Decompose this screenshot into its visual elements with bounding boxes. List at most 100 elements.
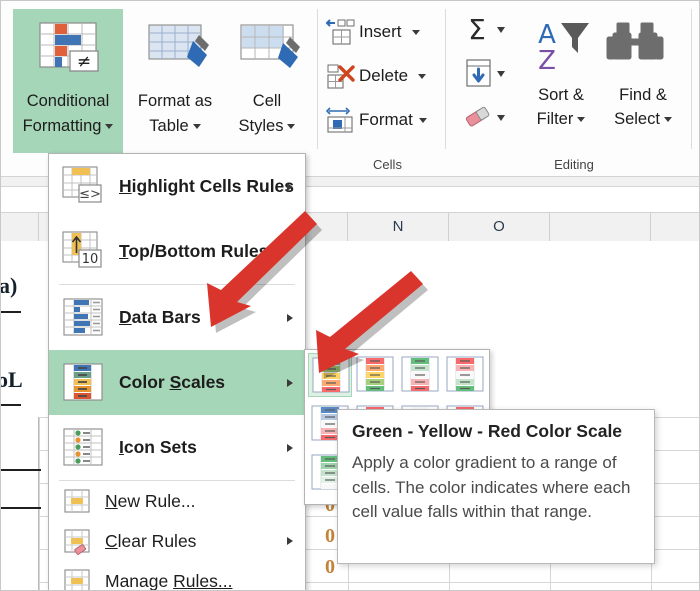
color-scales-icon	[61, 361, 105, 405]
menu-item-icon-sets[interactable]: Icon Sets	[49, 415, 305, 480]
delete-cells-button[interactable]: Delete	[325, 55, 450, 97]
group-separator	[691, 9, 692, 149]
cells-group-label: Cells	[373, 157, 402, 172]
chevron-down-icon[interactable]	[418, 118, 427, 124]
svg-text:≤>: ≤>	[79, 187, 101, 202]
cell-styles-icon	[221, 17, 313, 85]
sort-filter-label: Sort & Filter	[521, 83, 601, 131]
find-select-label: Find & Select	[601, 83, 685, 131]
column-header-O[interactable]: O	[449, 213, 550, 241]
gallery-item-green-white-red[interactable]	[398, 353, 442, 397]
submenu-arrow-icon	[287, 537, 293, 545]
clipped-cell-text-2: oL	[1, 367, 23, 392]
sf-line2: Filter	[536, 110, 574, 128]
insert-cells-button[interactable]: Insert	[325, 11, 450, 53]
top-bottom-icon: 10	[61, 230, 105, 274]
rest-label: lear Rules	[117, 530, 197, 551]
clear-rules-icon	[63, 527, 91, 555]
submenu-arrow-icon	[287, 443, 293, 452]
submenu-arrow-icon	[287, 378, 293, 387]
tooltip-title: Green - Yellow - Red Color Scale	[352, 421, 623, 441]
accel-char: S	[169, 372, 182, 392]
chevron-down-icon[interactable]	[287, 124, 296, 130]
menu-item-color-scales[interactable]: Color Scales	[49, 350, 305, 415]
fat-line2: Table	[149, 117, 189, 135]
fat-line1: Format as	[137, 92, 213, 110]
fs-line2: Select	[614, 110, 660, 128]
submenu-arrow-icon	[287, 313, 293, 322]
group-separator	[445, 9, 446, 149]
menu-label-data-bars: Data Bars	[119, 307, 201, 328]
group-separator	[317, 9, 318, 149]
editing-group-label: Editing	[554, 157, 594, 172]
menu-item-new-rule[interactable]: New Rule...	[49, 481, 305, 521]
cs-line1: Cell	[252, 92, 282, 110]
fill-down-button[interactable]	[463, 55, 523, 93]
sort-filter-icon: A Z	[521, 9, 601, 79]
gallery-item-red-white-green[interactable]	[443, 353, 487, 397]
accel-char: N	[105, 490, 118, 511]
conditional-formatting-icon: ≠	[13, 17, 123, 85]
selection-edge-bottom	[1, 507, 41, 509]
column-header-corner[interactable]	[1, 213, 39, 241]
column-header-N[interactable]: N	[348, 213, 449, 241]
menu-label-manage-rules: Manage Rules...	[105, 571, 232, 591]
menu-item-clear-rules[interactable]: Clear Rules	[49, 521, 305, 561]
insert-cells-icon	[325, 17, 355, 47]
insert-cells-label: Insert	[359, 11, 420, 53]
column-header-P[interactable]	[550, 213, 651, 241]
cell-value: 0	[325, 525, 335, 547]
menu-item-manage-rules[interactable]: Manage Rules...	[49, 561, 305, 591]
gallery-item-green-yellow-red[interactable]	[308, 353, 352, 397]
cell-styles-label: Cell Styles	[221, 89, 313, 139]
cell-value: 0	[325, 556, 335, 578]
find-select-button[interactable]: Find & Select	[601, 9, 685, 149]
chevron-down-icon[interactable]	[577, 117, 586, 123]
cf-line1: Conditional	[26, 92, 110, 110]
menu-label-color-scales: Color Scales	[119, 372, 226, 392]
cell-styles-button[interactable]: Cell Styles	[221, 9, 313, 153]
color-scale-tooltip: Green - Yellow - Red Color Scale Apply a…	[337, 409, 655, 564]
rest-label: ighlight Cells Rules	[131, 176, 295, 196]
svg-text:Z: Z	[538, 46, 556, 76]
format-cells-button[interactable]: Format	[325, 99, 450, 141]
svg-text:≠: ≠	[77, 52, 91, 72]
rest-label: con Sets	[123, 437, 197, 457]
autosum-button[interactable]: Σ	[463, 11, 523, 49]
chevron-down-icon[interactable]	[663, 117, 672, 123]
submenu-arrow-icon	[287, 182, 293, 191]
ribbon: ≠ Conditional Formatting Format as Table…	[1, 1, 699, 177]
svg-text:Σ: Σ	[468, 13, 486, 46]
clear-button[interactable]	[463, 99, 523, 137]
icon-sets-icon	[61, 426, 105, 470]
conditional-formatting-button[interactable]: ≠ Conditional Formatting	[13, 9, 123, 153]
rest-label: ew Rule...	[117, 490, 196, 511]
format-as-table-label: Format as Table	[127, 89, 223, 139]
chevron-down-icon[interactable]	[105, 124, 114, 130]
manage-rules-icon	[63, 567, 91, 590]
data-bars-icon	[61, 296, 105, 340]
menu-item-top-bottom-rules[interactable]: 10 Top/Bottom Rules	[49, 219, 305, 284]
format-cells-label: Format	[359, 99, 427, 141]
chevron-down-icon[interactable]	[192, 124, 201, 130]
column-header-Q[interactable]	[651, 213, 699, 241]
conditional-formatting-menu[interactable]: ≤> Highlight Cells Rules 10 Top/Bottom R…	[48, 153, 306, 591]
sort-filter-button[interactable]: A Z Sort & Filter	[521, 9, 601, 149]
accel-char: T	[119, 241, 129, 261]
pre-label: Manage	[105, 570, 174, 591]
gallery-item-red-yellow-green[interactable]	[353, 353, 397, 397]
format-as-table-button[interactable]: Format as Table	[127, 9, 223, 153]
row-edge-line-1	[1, 311, 21, 313]
chevron-down-icon[interactable]	[418, 74, 427, 80]
cs-line2: Styles	[238, 117, 284, 135]
menu-item-data-bars[interactable]: Data Bars	[49, 285, 305, 350]
format-label: Format	[359, 110, 413, 129]
menu-item-highlight-cells-rules[interactable]: ≤> Highlight Cells Rules	[49, 154, 305, 219]
menu-label-new-rule: New Rule...	[105, 491, 195, 512]
chevron-down-icon[interactable]	[411, 30, 420, 36]
rest-label: ata Bars	[131, 307, 201, 327]
row-edge-line-2	[1, 404, 21, 406]
menu-label-top-bottom-rules: Top/Bottom Rules	[119, 241, 268, 262]
clipped-cell-text-1: a)	[0, 273, 18, 298]
menu-label-highlight-cells-rules: Highlight Cells Rules	[119, 176, 294, 197]
